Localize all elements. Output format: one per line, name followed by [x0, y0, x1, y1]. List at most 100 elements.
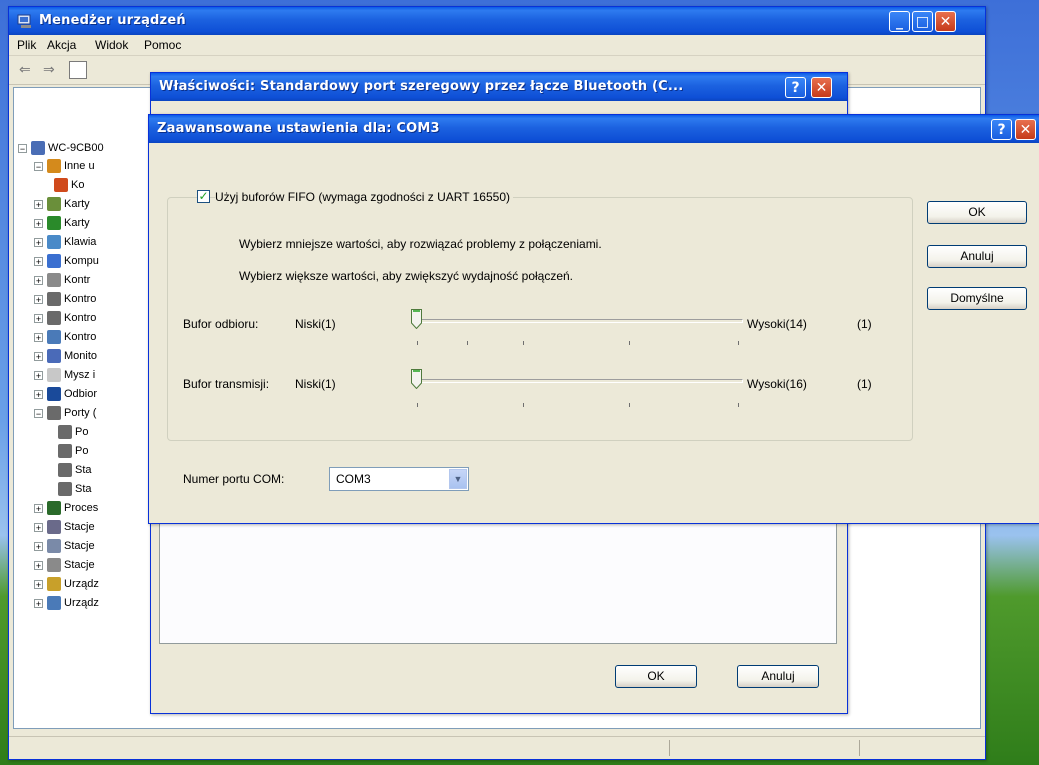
expand-icon[interactable]: + — [34, 503, 43, 513]
expand-icon[interactable]: + — [34, 294, 43, 304]
expand-icon[interactable]: + — [34, 351, 43, 361]
tree-item-label: Kontr — [64, 274, 91, 286]
tree-item[interactable]: + Urządz — [34, 595, 99, 611]
tree-item[interactable]: + Kontro — [34, 329, 96, 345]
fifo-checkbox[interactable]: ✓ — [197, 190, 210, 203]
expand-icon[interactable]: + — [34, 541, 43, 551]
tree-item-label: Kontro — [64, 293, 97, 305]
device-category-icon — [58, 463, 72, 477]
transmit-buffer-track[interactable] — [411, 379, 743, 383]
tree-item[interactable]: + Klawia — [34, 234, 96, 250]
expand-icon[interactable]: + — [34, 275, 43, 285]
tree-item[interactable]: + Kontr — [34, 272, 90, 288]
advanced-close-button[interactable]: ✕ — [1015, 119, 1036, 140]
device-category-icon — [58, 444, 72, 458]
menu-view[interactable]: Widok — [95, 38, 128, 52]
receive-buffer-high-label: Wysoki(14) — [747, 317, 807, 331]
receive-buffer-label: Bufor odbioru: — [183, 317, 259, 331]
tree-item-label: Klawia — [64, 236, 97, 248]
transmit-buffer-slider-thumb[interactable] — [411, 369, 422, 389]
properties-help-button[interactable]: ? — [785, 77, 806, 98]
advanced-cancel-button[interactable]: Anuluj — [927, 245, 1027, 268]
computer-icon — [31, 141, 45, 155]
menu-help[interactable]: Pomoc — [144, 38, 181, 52]
expand-icon[interactable]: + — [34, 560, 43, 570]
close-button[interactable]: ✕ — [935, 11, 956, 32]
device-category-icon — [47, 292, 61, 306]
tree-item[interactable]: + Urządz — [34, 576, 99, 592]
com-port-select[interactable]: COM3 ▼ — [329, 467, 469, 491]
tree-root[interactable]: − WC-9CB00 — [18, 140, 104, 156]
receive-buffer-low-label: Niski(1) — [295, 317, 336, 331]
expand-icon[interactable]: + — [34, 579, 43, 589]
properties-cancel-button[interactable]: Anuluj — [737, 665, 819, 688]
tree-item[interactable]: + Kompu — [34, 253, 99, 269]
maximize-button[interactable]: □ — [912, 11, 933, 32]
properties-close-button[interactable]: ✕ — [811, 77, 832, 98]
properties-ok-button[interactable]: OK — [615, 665, 697, 688]
device-category-icon — [47, 197, 61, 211]
device-category-icon — [47, 273, 61, 287]
transmit-buffer-label: Bufor transmisji: — [183, 377, 270, 391]
expand-icon[interactable]: + — [34, 332, 43, 342]
properties-titlebar[interactable]: Właściwości: Standardowy port szeregowy … — [151, 73, 847, 101]
fifo-checkbox-label[interactable]: Użyj buforów FIFO (wymaga zgodności z UA… — [215, 190, 514, 204]
tree-item[interactable]: + Kontro — [34, 291, 96, 307]
menu-action[interactable]: Akcja — [47, 38, 76, 52]
tree-item[interactable]: + Monito — [34, 348, 97, 364]
tree-item-label: Mysz i — [64, 369, 96, 381]
tree-item[interactable]: + Kontro — [34, 310, 96, 326]
tree-item[interactable]: + Stacje — [34, 557, 95, 573]
tree-item-label: Sta — [75, 464, 92, 476]
advanced-help-button[interactable]: ? — [991, 119, 1012, 140]
expand-icon[interactable]: + — [34, 237, 43, 247]
device-category-icon — [47, 520, 61, 534]
expand-icon[interactable]: + — [34, 389, 43, 399]
expand-icon[interactable]: + — [34, 522, 43, 532]
menu-bar: Plik Akcja Widok Pomoc — [9, 35, 985, 56]
expand-icon[interactable]: + — [34, 313, 43, 323]
collapse-icon[interactable]: − — [34, 161, 43, 171]
tree-item-label: Kompu — [64, 255, 99, 267]
advanced-titlebar[interactable]: Zaawansowane ustawienia dla: COM3 ? ✕ — [149, 115, 1039, 143]
tree-item-label: Po — [75, 426, 89, 438]
device-category-icon — [58, 425, 72, 439]
tree-item[interactable]: + Stacje — [34, 538, 95, 554]
expand-icon[interactable]: + — [34, 199, 43, 209]
expand-icon[interactable]: + — [34, 598, 43, 608]
back-arrow-icon[interactable]: ⇐ — [19, 61, 31, 78]
expand-icon[interactable]: + — [34, 256, 43, 266]
tree-item[interactable]: Sta — [58, 481, 92, 497]
collapse-icon[interactable]: − — [34, 408, 43, 418]
properties-body: OK Anuluj — [159, 523, 837, 703]
receive-buffer-slider-thumb[interactable] — [411, 309, 422, 329]
tree-item[interactable]: + Stacje — [34, 519, 95, 535]
menu-file[interactable]: Plik — [17, 38, 36, 52]
expand-icon[interactable]: + — [34, 218, 43, 228]
tree-item[interactable]: Ko — [54, 177, 84, 193]
collapse-icon[interactable]: − — [18, 143, 27, 153]
tree-item[interactable]: + Mysz i — [34, 367, 95, 383]
com-port-value: COM3 — [336, 472, 371, 486]
receive-buffer-track[interactable] — [411, 319, 743, 323]
properties-toolbar-icon[interactable] — [69, 61, 87, 79]
tree-item[interactable]: + Karty — [34, 215, 90, 231]
tree-item-label: Proces — [64, 502, 99, 514]
tree-item[interactable]: Sta — [58, 462, 92, 478]
device-manager-titlebar[interactable]: Menedżer urządzeń _ □ ✕ — [9, 7, 985, 35]
tree-item[interactable]: + Odbior — [34, 386, 97, 402]
tree-item[interactable]: − Inne u — [34, 158, 95, 174]
expand-icon[interactable]: + — [34, 370, 43, 380]
tree-item-label: Karty — [64, 198, 90, 210]
tree-item[interactable]: Po — [58, 424, 88, 440]
forward-arrow-icon[interactable]: ⇒ — [43, 61, 55, 78]
advanced-ok-button[interactable]: OK — [927, 201, 1027, 224]
tree-item[interactable]: − Porty ( — [34, 405, 96, 421]
tree-item[interactable]: Po — [58, 443, 88, 459]
advanced-defaults-button[interactable]: Domyślne — [927, 287, 1027, 310]
tree-item[interactable]: + Karty — [34, 196, 90, 212]
tree-item[interactable]: + Proces — [34, 500, 98, 516]
tree-root-label: WC-9CB00 — [48, 142, 104, 154]
chevron-down-icon[interactable]: ▼ — [449, 469, 467, 489]
minimize-button[interactable]: _ — [889, 11, 910, 32]
